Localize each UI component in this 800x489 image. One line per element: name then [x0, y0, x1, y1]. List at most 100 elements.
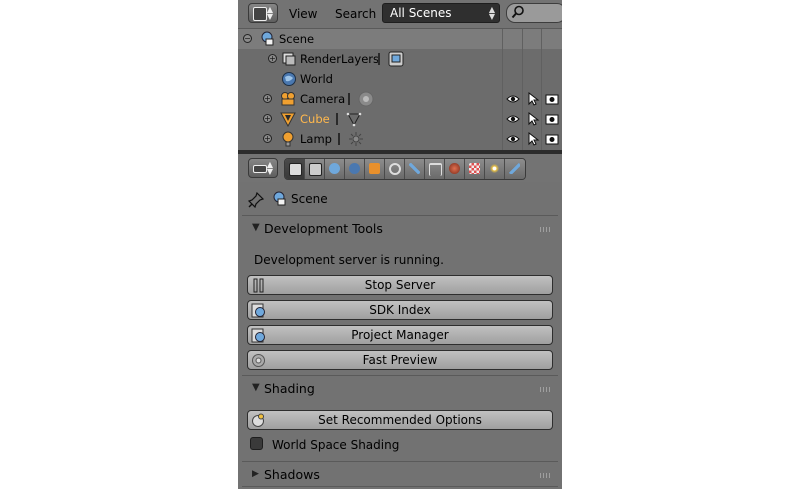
particles-icon — [489, 163, 500, 174]
selectable-cursor-icon[interactable] — [526, 92, 540, 106]
search-input[interactable] — [506, 3, 562, 23]
url-icon — [251, 303, 265, 318]
tree-row-world[interactable]: World — [238, 69, 562, 89]
fast-preview-label: Fast Preview — [362, 353, 438, 367]
tab-constraints[interactable] — [385, 159, 405, 179]
mesh-data-icon — [429, 163, 442, 176]
updown-arrow-icon: ▲ ▼ — [488, 5, 495, 21]
panel-header-shading[interactable]: ▼ Shading — [242, 376, 558, 402]
tab-render[interactable] — [285, 159, 305, 179]
column-divider — [502, 29, 503, 150]
tab-particles[interactable] — [485, 159, 505, 179]
fast-preview-button[interactable]: Fast Preview — [247, 350, 553, 370]
renderable-camera-icon[interactable] — [545, 112, 559, 126]
tab-world[interactable] — [345, 159, 365, 179]
project-manager-button[interactable]: Project Manager — [247, 325, 553, 345]
tree-row-scene[interactable]: − Scene — [238, 29, 562, 49]
view-menu[interactable]: View — [289, 7, 317, 21]
pin-icon[interactable] — [248, 192, 264, 208]
drag-grip-icon[interactable] — [540, 473, 552, 478]
renderable-camera-icon[interactable] — [545, 92, 559, 106]
separator — [336, 113, 338, 125]
lamp-icon — [282, 131, 294, 147]
expand-icon[interactable]: + — [263, 134, 272, 143]
visibility-eye-icon[interactable] — [506, 132, 520, 146]
visibility-eye-icon[interactable] — [506, 112, 520, 126]
tab-modifiers[interactable] — [405, 159, 425, 179]
updown-arrow-icon: ▲ ▼ — [266, 5, 273, 21]
expand-icon[interactable]: + — [268, 54, 277, 63]
sdk-index-label: SDK Index — [369, 303, 431, 317]
search-menu[interactable]: Search — [335, 7, 376, 21]
expand-icon[interactable]: + — [263, 94, 272, 103]
search-icon — [511, 5, 524, 19]
physics-icon — [509, 163, 520, 174]
tab-render-layers[interactable] — [305, 159, 325, 179]
pause-icon — [253, 278, 264, 293]
set-recommended-options-button[interactable]: Set Recommended Options — [247, 410, 553, 430]
mesh-data-icon[interactable] — [346, 111, 362, 127]
project-manager-label: Project Manager — [351, 328, 449, 342]
properties-header: ▲ ▼ — [238, 154, 562, 182]
render-icon — [289, 163, 302, 176]
render-layers-icon — [309, 163, 322, 176]
panel-header-shadows[interactable]: ▶ Shadows — [242, 462, 558, 488]
selectable-cursor-icon[interactable] — [526, 132, 540, 146]
stop-server-button[interactable]: Stop Server — [247, 275, 553, 295]
texture-icon — [469, 163, 480, 174]
tab-texture[interactable] — [465, 159, 485, 179]
camera-data-icon[interactable] — [358, 91, 374, 107]
divider — [242, 486, 558, 487]
panel-header-development-tools[interactable]: ▼ Development Tools — [242, 216, 558, 242]
outliner-header: ▲ ▼ View Search All Scenes ▲ ▼ — [238, 0, 562, 29]
separator — [338, 133, 340, 145]
editor-type-button[interactable]: ▲ ▼ — [248, 158, 278, 178]
tree-label-scene: Scene — [279, 32, 315, 46]
scene-icon — [329, 163, 340, 174]
drag-grip-icon[interactable] — [540, 227, 552, 232]
constraints-icon — [389, 163, 401, 175]
tree-label-lamp: Lamp — [300, 132, 332, 146]
drag-grip-icon[interactable] — [540, 387, 552, 392]
renderable-camera-icon[interactable] — [545, 132, 559, 146]
blender-logo-icon — [252, 354, 265, 367]
panel-title: Development Tools — [264, 221, 383, 236]
object-icon — [369, 163, 380, 174]
expanded-triangle-icon: ▼ — [252, 382, 260, 393]
world-icon — [282, 72, 296, 86]
separator — [348, 93, 350, 105]
breadcrumb: Scene — [246, 190, 546, 210]
tree-row-renderlayers[interactable]: + RenderLayers — [238, 49, 562, 69]
column-divider — [522, 29, 523, 150]
tab-physics[interactable] — [505, 159, 525, 179]
tab-object[interactable] — [365, 159, 385, 179]
outliner-tree: − Scene + RenderLayers World + Camera + … — [238, 29, 562, 150]
renderlayer-data-icon[interactable] — [388, 51, 404, 67]
world-space-shading-checkbox[interactable] — [250, 437, 263, 450]
tree-label-renderlayers: RenderLayers — [300, 52, 379, 66]
set-recommended-options-label: Set Recommended Options — [318, 413, 482, 427]
tab-material[interactable] — [445, 159, 465, 179]
column-divider — [541, 29, 542, 150]
breadcrumb-label: Scene — [291, 192, 328, 206]
expand-icon[interactable]: + — [263, 114, 272, 123]
scene-icon — [273, 191, 286, 206]
visibility-eye-icon[interactable] — [506, 92, 520, 106]
expanded-triangle-icon: ▼ — [252, 222, 260, 233]
sdk-index-button[interactable]: SDK Index — [247, 300, 553, 320]
camera-icon — [281, 92, 295, 106]
display-mode-select[interactable]: All Scenes ▲ ▼ — [382, 3, 500, 23]
tab-scene[interactable] — [325, 159, 345, 179]
selectable-cursor-icon[interactable] — [526, 112, 540, 126]
tab-data[interactable] — [425, 159, 445, 179]
tree-label-world: World — [300, 72, 333, 86]
collapse-icon[interactable]: − — [243, 34, 252, 43]
lamp-data-icon[interactable] — [348, 131, 364, 147]
tree-label-cube: Cube — [300, 112, 330, 126]
properties-icon — [253, 165, 267, 173]
blender-window: ▲▼ View Search All Scenes ▲▼ − Scene + — [238, 0, 562, 489]
panel-title: Shadows — [264, 467, 320, 482]
lamp-icon — [252, 413, 264, 427]
separator — [378, 53, 380, 65]
editor-type-button[interactable]: ▲ ▼ — [248, 3, 278, 23]
